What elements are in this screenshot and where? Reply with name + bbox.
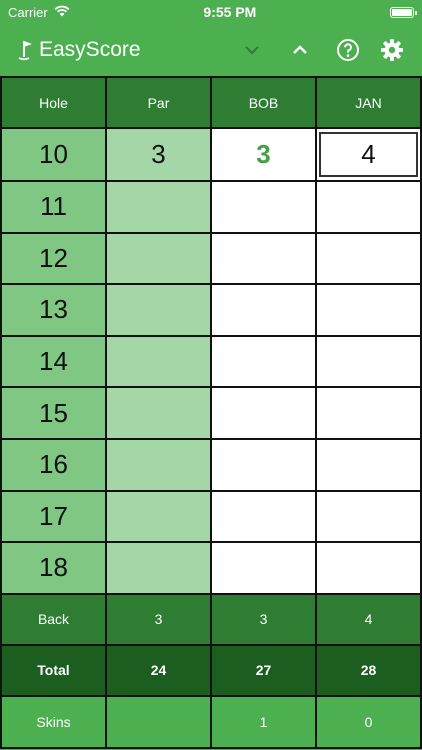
- score-cell-jan[interactable]: [315, 231, 422, 286]
- par-cell[interactable]: [105, 334, 212, 389]
- back-row: Back 3 3 4: [0, 592, 422, 646]
- table-row: 17: [0, 489, 422, 544]
- hole-number: 16: [0, 437, 107, 492]
- table-row: 11: [0, 180, 422, 234]
- nav-bar: EasyScore: [0, 24, 422, 76]
- back-jan: 4: [315, 592, 422, 646]
- skins-label: Skins: [0, 694, 107, 749]
- selected-score-cell[interactable]: 4: [319, 132, 418, 177]
- back-par: 3: [105, 592, 212, 646]
- scorecard-table: Hole Par BOB JAN 10 3 3 4 11 12 13 14 15: [0, 76, 422, 749]
- score-cell-jan[interactable]: [315, 437, 422, 492]
- golf-flag-icon: [18, 39, 36, 61]
- gear-icon[interactable]: [372, 30, 412, 70]
- table-row: 10 3 3 4: [0, 127, 422, 182]
- par-cell[interactable]: 3: [105, 127, 212, 182]
- wifi-icon: [54, 5, 70, 20]
- hole-number: 14: [0, 334, 107, 389]
- score-cell-jan[interactable]: [315, 180, 422, 234]
- hole-number: 18: [0, 541, 107, 595]
- battery-icon: [390, 6, 417, 18]
- chevron-down-icon[interactable]: [232, 30, 272, 70]
- help-icon[interactable]: [328, 30, 368, 70]
- hole-number: 11: [0, 180, 107, 234]
- carrier-label: Carrier: [8, 4, 48, 20]
- hole-number: 15: [0, 386, 107, 440]
- hole-number: 17: [0, 489, 107, 544]
- score-cell-jan[interactable]: [315, 541, 422, 595]
- par-cell[interactable]: [105, 541, 212, 595]
- score-cell-jan[interactable]: [315, 334, 422, 389]
- status-bar: Carrier 9:55 PM: [0, 0, 422, 24]
- back-bob: 3: [210, 592, 317, 646]
- score-cell-bob[interactable]: [210, 334, 317, 389]
- brand: EasyScore: [18, 38, 141, 62]
- par-cell[interactable]: [105, 283, 212, 337]
- score-cell-bob[interactable]: 3: [210, 127, 317, 182]
- header-player-bob[interactable]: BOB: [210, 76, 317, 129]
- table-row: 13: [0, 283, 422, 337]
- hole-number: 10: [0, 127, 107, 182]
- chevron-up-icon[interactable]: [280, 30, 320, 70]
- table-row: 15: [0, 386, 422, 440]
- header-par: Par: [105, 76, 212, 129]
- brand-name: EasyScore: [39, 38, 141, 61]
- status-left: Carrier: [8, 5, 70, 20]
- par-cell[interactable]: [105, 180, 212, 234]
- score-cell-bob[interactable]: [210, 437, 317, 492]
- table-row: 14: [0, 334, 422, 389]
- score-cell-jan[interactable]: 4: [315, 127, 422, 182]
- par-cell[interactable]: [105, 386, 212, 440]
- header-player-jan[interactable]: JAN: [315, 76, 422, 129]
- skins-bob: 1: [210, 694, 317, 749]
- score-cell-bob[interactable]: [210, 231, 317, 286]
- score-cell-bob[interactable]: [210, 489, 317, 544]
- skins-jan: 0: [315, 694, 422, 749]
- par-cell[interactable]: [105, 437, 212, 492]
- par-cell[interactable]: [105, 489, 212, 544]
- hole-number: 13: [0, 283, 107, 337]
- table-row: 12: [0, 231, 422, 286]
- total-label: Total: [0, 643, 107, 697]
- score-cell-bob[interactable]: [210, 283, 317, 337]
- back-label: Back: [0, 592, 107, 646]
- score-cell-jan[interactable]: [315, 489, 422, 544]
- table-row: 16: [0, 437, 422, 492]
- score-cell-bob[interactable]: [210, 541, 317, 595]
- header-hole: Hole: [0, 76, 107, 129]
- par-cell[interactable]: [105, 231, 212, 286]
- score-cell-bob[interactable]: [210, 386, 317, 440]
- total-par: 24: [105, 643, 212, 697]
- score-cell-jan[interactable]: [315, 386, 422, 440]
- status-time: 9:55 PM: [203, 4, 257, 20]
- skins-row: Skins 1 0: [0, 694, 422, 749]
- hole-number: 12: [0, 231, 107, 286]
- total-bob: 27: [210, 643, 317, 697]
- header-row: Hole Par BOB JAN: [0, 76, 422, 129]
- score-cell-bob[interactable]: [210, 180, 317, 234]
- score-cell-jan[interactable]: [315, 283, 422, 337]
- total-jan: 28: [315, 643, 422, 697]
- skins-par: [105, 694, 212, 749]
- table-row: 18: [0, 541, 422, 595]
- total-row: Total 24 27 28: [0, 643, 422, 697]
